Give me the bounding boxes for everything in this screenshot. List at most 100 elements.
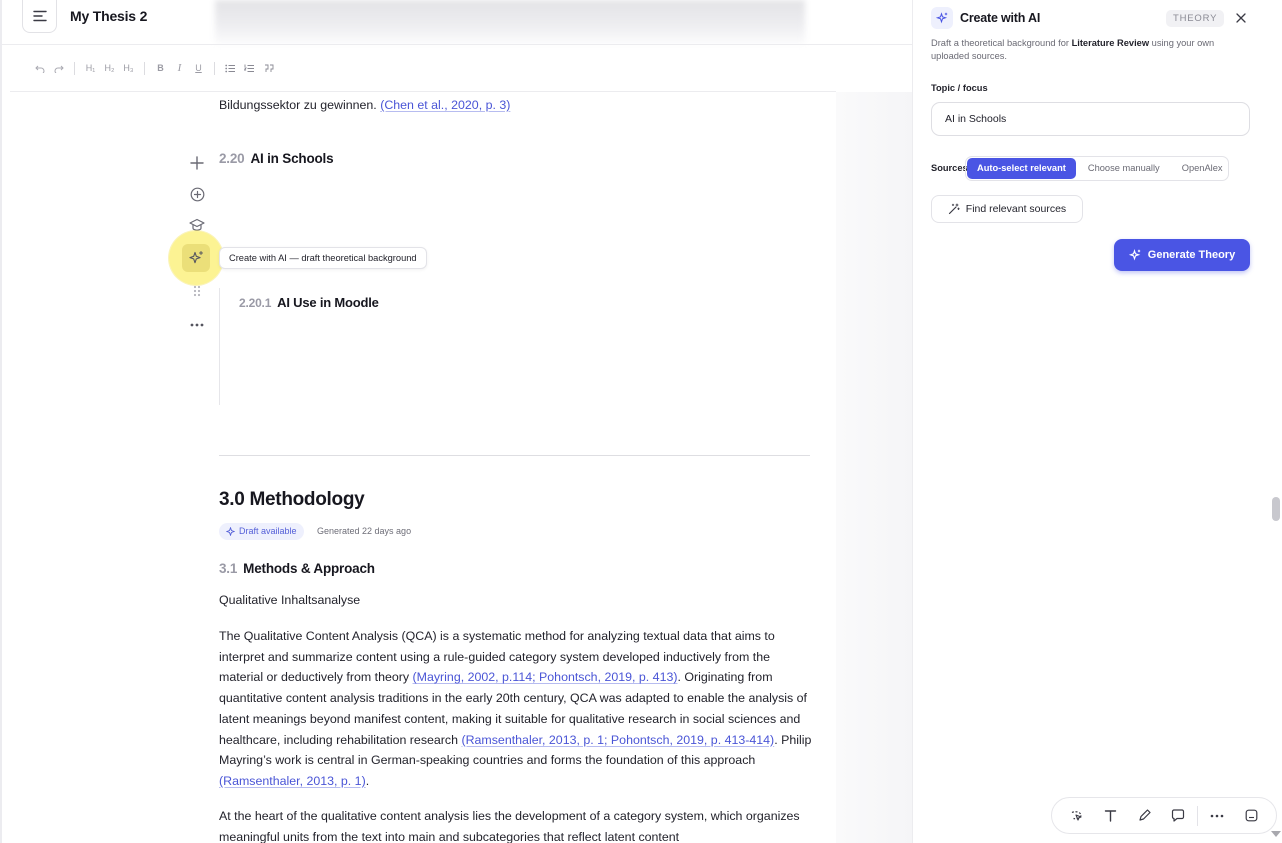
more-options-button[interactable]	[186, 314, 208, 336]
close-panel-button[interactable]	[1233, 10, 1249, 26]
heading3-button[interactable]: H₃	[119, 59, 138, 77]
source-option-openalex[interactable]: OpenAlex	[1172, 158, 1233, 179]
generated-time: Generated 22 days ago	[317, 526, 412, 536]
draft-available-badge[interactable]: Draft available	[219, 523, 304, 540]
scrollbar-thumb[interactable]	[1272, 497, 1280, 521]
body-paragraph: The Qualitative Content Analysis (QCA) i…	[219, 626, 813, 792]
menu-icon	[32, 10, 47, 22]
scroll-down-arrow[interactable]	[1271, 831, 1281, 837]
heading1-button[interactable]: H₁	[81, 59, 100, 77]
bold-button[interactable]: B	[151, 59, 170, 77]
find-sources-label: Find relevant sources	[965, 203, 1067, 215]
bullet-list-icon	[225, 64, 235, 72]
heading2-button[interactable]: H₂	[100, 59, 119, 77]
comment-icon	[1172, 809, 1185, 822]
menu-button[interactable]	[22, 0, 57, 33]
chapter-divider	[219, 455, 810, 456]
lasso-button[interactable]	[1060, 801, 1094, 831]
bullet-list-button[interactable]	[221, 59, 240, 77]
source-option-auto[interactable]: Auto-select relevant	[967, 158, 1076, 179]
numbered-list-icon	[244, 64, 254, 72]
text-tool-button[interactable]	[1094, 801, 1128, 831]
sparkle-icon	[935, 11, 947, 23]
redo-icon	[54, 65, 64, 73]
format-toolbar: H₁ H₂ H₃ B I U	[30, 58, 278, 78]
section-title: AI in Schools	[250, 151, 334, 166]
paragraph-text: .	[365, 773, 370, 788]
graduation-cap-icon	[189, 218, 205, 231]
generate-theory-label: Generate Theory	[1147, 249, 1236, 261]
toolbar-divider	[10, 91, 836, 92]
underline-button[interactable]: U	[189, 59, 208, 77]
topic-input[interactable]	[931, 102, 1250, 136]
panel-title: Create with AI	[960, 11, 1041, 25]
toolbar-separator	[144, 61, 145, 75]
italic-button[interactable]: I	[170, 59, 189, 77]
intro-text: Bildungssektor zu gewinnen.	[219, 98, 381, 112]
subtitle-text: Qualitative Inhaltsanalyse	[219, 593, 361, 607]
text-icon	[1105, 810, 1117, 822]
undo-button[interactable]	[30, 59, 49, 77]
citation-link[interactable]: (Mayring, 2002, p.114; Pohontsch, 2019, …	[413, 670, 678, 684]
chapter-title: 3.0 Methodology	[219, 489, 365, 510]
add-block-button[interactable]	[186, 152, 208, 174]
badge-label: Draft available	[239, 526, 297, 536]
description-text: Draft a theoretical background for	[931, 38, 1072, 48]
panel-icon	[1245, 809, 1257, 822]
magic-wand-icon	[948, 203, 960, 215]
pen-tool-button[interactable]	[1128, 801, 1162, 831]
find-sources-button[interactable]: Find relevant sources	[931, 195, 1083, 223]
more-icon	[1210, 814, 1224, 817]
topic-label: Topic / focus	[931, 83, 988, 93]
bottom-toolbar	[1051, 797, 1277, 834]
section-title: Methods & Approach	[243, 561, 375, 576]
header-blur-strip	[215, 0, 805, 44]
subsection-indent-line	[219, 288, 220, 405]
quote-button[interactable]	[259, 59, 278, 77]
theory-tag: THEORY	[1166, 10, 1225, 27]
more-button[interactable]	[1200, 801, 1234, 831]
section-number: 2.20	[219, 151, 245, 166]
citation-link[interactable]: (Ramsenthaler, 2013, p. 1; Pohontsch, 20…	[461, 733, 774, 747]
sparkle-icon	[188, 250, 203, 263]
numbered-list-button[interactable]	[240, 59, 259, 77]
drag-handle[interactable]	[186, 282, 208, 300]
drag-handle-icon	[193, 285, 201, 297]
sparkle-icon	[1128, 248, 1141, 261]
sources-segmented-control: Auto-select relevant Choose manually Ope…	[965, 156, 1229, 181]
source-option-manual[interactable]: Choose manually	[1078, 158, 1170, 179]
section-title: AI Use in Moodle	[277, 295, 379, 310]
more-horizontal-icon	[190, 323, 204, 327]
citation-link[interactable]: (Chen et al., 2020, p. 3)	[380, 98, 510, 112]
description-section-name: Literature Review	[1071, 38, 1150, 48]
section-number: 2.20.1	[239, 296, 272, 310]
close-icon	[1236, 13, 1246, 23]
quote-icon	[264, 64, 273, 72]
header-divider	[2, 44, 912, 45]
circle-plus-icon	[190, 187, 204, 201]
plus-icon	[190, 156, 204, 170]
section-number: 3.1	[219, 561, 238, 576]
body-paragraph-2: At the heart of the qualitative content …	[219, 809, 800, 843]
sources-label: Sources	[931, 163, 968, 173]
section-heading-3-1[interactable]: 3.1 Methods & Approach	[219, 561, 375, 576]
generate-theory-button[interactable]: Generate Theory	[1114, 239, 1250, 271]
redo-button[interactable]	[49, 59, 68, 77]
insert-block-button[interactable]	[186, 183, 208, 205]
panel-toggle-button[interactable]	[1234, 801, 1268, 831]
sparkle-icon	[226, 527, 235, 536]
citation-link[interactable]: (Ramsenthaler, 2013, p. 1)	[219, 774, 366, 788]
panel-title-icon	[931, 7, 953, 29]
section-heading-2-20[interactable]: 2.20 AI in Schools	[219, 151, 334, 166]
create-with-ai-gutter-button[interactable]	[182, 244, 210, 272]
pen-icon	[1139, 809, 1151, 821]
toolbar-separator	[1197, 805, 1199, 826]
doc-title: My Thesis 2	[70, 8, 148, 24]
lasso-icon	[1072, 810, 1082, 821]
panel-description: Draft a theoretical background for Liter…	[931, 37, 1241, 62]
undo-icon	[34, 65, 44, 73]
toolbar-separator	[74, 61, 75, 75]
intro-paragraph: Bildungssektor zu gewinnen. (Chen et al.…	[219, 95, 819, 116]
comment-button[interactable]	[1162, 801, 1196, 831]
section-heading-2-20-1[interactable]: 2.20.1 AI Use in Moodle	[239, 295, 379, 310]
